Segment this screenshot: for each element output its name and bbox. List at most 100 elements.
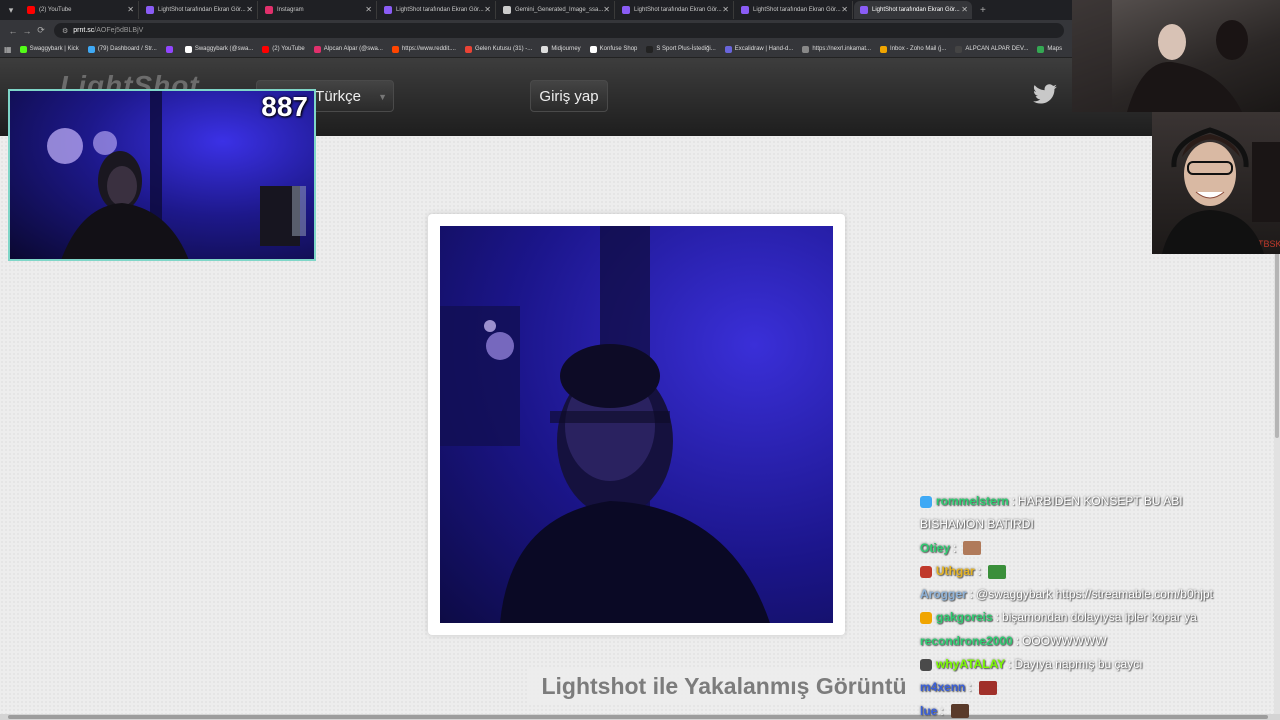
chat-username[interactable]: whyATALAY bbox=[936, 653, 1005, 676]
streamer-webcam-left: 887 bbox=[8, 89, 316, 261]
chat-username[interactable]: Otiey bbox=[920, 537, 950, 560]
chat-username[interactable]: Uthgar bbox=[936, 560, 975, 583]
guest-webcam-top bbox=[1072, 0, 1280, 112]
twitter-bird-icon[interactable] bbox=[1032, 84, 1058, 106]
bookmark-favicon-icon bbox=[19, 45, 27, 53]
chat-separator: : bbox=[969, 587, 974, 602]
browser-tab[interactable]: LightShot tarafından Ekran Gör... ✕ bbox=[735, 1, 853, 19]
chat-separator: : bbox=[940, 703, 944, 718]
bookmark-label: Midjourney bbox=[551, 46, 581, 52]
tab-favicon-icon bbox=[622, 6, 630, 14]
bookmark-label: (2) YouTube bbox=[272, 46, 305, 52]
browser-tab[interactable]: LightShot tarafından Ekran Gör... ✕ bbox=[378, 1, 496, 19]
chat-emote-icon bbox=[978, 681, 997, 696]
chat-text: Dayıya napmış bu çaycı bbox=[1014, 657, 1143, 672]
chat-separator: : bbox=[1015, 633, 1020, 648]
browser-tab[interactable]: Gemini_Generated_Image_ssa... ✕ bbox=[497, 1, 615, 19]
browser-tab[interactable]: Instagram ✕ bbox=[259, 1, 377, 19]
chat-text: BISHAMON BATIRDI bbox=[920, 517, 1034, 532]
close-icon[interactable]: ✕ bbox=[484, 5, 491, 14]
tab-title: (2) YouTube bbox=[39, 7, 72, 13]
apps-grid-icon[interactable]: ▦ bbox=[4, 45, 12, 54]
bookmark-label: S Sport Plus-İstediği... bbox=[656, 46, 716, 52]
bookmark-item[interactable]: (2) YouTube bbox=[262, 45, 305, 53]
bookmark-item[interactable]: Excalidraw | Hand-d... bbox=[724, 45, 793, 53]
tab-favicon-icon bbox=[741, 6, 749, 14]
chat-badge-icon bbox=[920, 658, 932, 671]
bookmark-item[interactable]: https://www.reddit.... bbox=[391, 45, 456, 53]
chat-text: @swaggybark https://streamable.com/b0hjp… bbox=[976, 587, 1213, 602]
bookmark-favicon-icon bbox=[646, 45, 654, 53]
bookmark-favicon-icon bbox=[87, 45, 95, 53]
bookmark-item[interactable]: Gelen Kutusu (31) -... bbox=[464, 45, 532, 53]
bookmark-favicon-icon bbox=[1037, 45, 1045, 53]
chat-username[interactable]: gakgoreis bbox=[936, 606, 993, 629]
close-icon[interactable]: ✕ bbox=[603, 5, 610, 14]
bookmark-item[interactable]: https://nexrl.inkamat... bbox=[802, 45, 871, 53]
login-button[interactable]: Giriş yap bbox=[530, 80, 608, 112]
chat-badge-icon bbox=[920, 565, 932, 578]
bookmark-item[interactable]: Swaggybark (@swa... bbox=[184, 45, 253, 53]
bookmark-label: Alpcan Alpar (@swa... bbox=[323, 46, 383, 52]
close-icon[interactable]: ✕ bbox=[246, 5, 253, 14]
reload-icon[interactable]: ⟳ bbox=[34, 25, 48, 36]
bookmark-favicon-icon bbox=[391, 45, 399, 53]
tab-search-chevron-icon[interactable]: ▾ bbox=[2, 2, 20, 18]
chat-text: HARBIDEN KONSEPT BU ABI bbox=[1018, 494, 1183, 508]
chat-message: Arogger: @swaggybark https://streamable.c… bbox=[920, 583, 1270, 606]
close-icon[interactable]: ✕ bbox=[841, 5, 848, 14]
webcam-person-image bbox=[440, 226, 770, 623]
url-input[interactable]: ⚙ prnt.sc /AOFej5dBLBjV bbox=[54, 23, 1064, 38]
forward-arrow-icon[interactable]: → bbox=[20, 26, 34, 36]
tab-favicon-icon bbox=[27, 6, 35, 14]
browser-tab[interactable]: LightShot tarafından Ekran Gör... ✕ bbox=[854, 1, 972, 19]
close-icon[interactable]: ✕ bbox=[722, 5, 729, 14]
bookmark-item[interactable]: S Sport Plus-İstediği... bbox=[646, 45, 716, 53]
browser-tab[interactable]: LightShot tarafından Ekran Gör... ✕ bbox=[616, 1, 734, 19]
browser-tab[interactable]: LightShot tarafından Ekran Gör... ✕ bbox=[140, 1, 258, 19]
chat-message: m4xenn: bbox=[920, 676, 1270, 699]
bookmark-favicon-icon bbox=[955, 45, 963, 53]
bookmarks-bar: ▦ Swaggybark | Kick (79) Dashboard / Str… bbox=[0, 41, 1072, 58]
tab-favicon-icon bbox=[384, 6, 392, 14]
url-path: /AOFej5dBLBjV bbox=[94, 27, 144, 34]
chat-separator: : bbox=[977, 563, 982, 578]
bookmark-label: Inbox - Zoho Mail (j... bbox=[890, 46, 947, 52]
bookmark-favicon-icon bbox=[589, 45, 597, 53]
chevron-down-icon: ▼ bbox=[378, 92, 387, 102]
screenshot-caption: Lightshot ile Yakalanmış Görüntü bbox=[528, 668, 920, 704]
bookmark-item[interactable]: Swaggybark | Kick bbox=[19, 45, 79, 53]
chat-username[interactable]: Arogger bbox=[920, 583, 967, 606]
close-icon[interactable]: ✕ bbox=[365, 5, 372, 14]
chat-username[interactable]: rommelstern bbox=[936, 490, 1009, 513]
screenshot-image[interactable] bbox=[440, 226, 833, 623]
chat-message: BISHAMON BATIRDI bbox=[920, 513, 1270, 536]
bookmark-item[interactable]: Midjourney bbox=[541, 45, 581, 53]
chat-username[interactable]: recondrone2000 bbox=[920, 630, 1013, 653]
close-icon[interactable]: ✕ bbox=[127, 5, 134, 14]
bookmark-item[interactable]: ALPCAN ALPAR DEV... bbox=[955, 45, 1028, 53]
browser-tab[interactable]: (2) YouTube ✕ bbox=[21, 1, 139, 19]
chat-badge-icon bbox=[920, 495, 932, 508]
bookmark-item[interactable]: Maps bbox=[1037, 45, 1062, 53]
bookmark-item[interactable]: Konfuse Shop bbox=[589, 45, 637, 53]
chat-emote-icon bbox=[988, 564, 1007, 579]
chat-message: gakgoreis: bişamondan dolayıysa ipler kop… bbox=[920, 606, 1270, 629]
close-icon[interactable]: ✕ bbox=[961, 5, 968, 14]
chat-separator: : bbox=[1011, 494, 1016, 508]
chat-separator: : bbox=[968, 680, 972, 695]
site-info-icon[interactable]: ⚙ bbox=[62, 27, 68, 35]
new-tab-plus-icon[interactable]: + bbox=[980, 5, 986, 16]
bookmark-item[interactable]: (79) Dashboard / Str... bbox=[87, 45, 157, 53]
bookmark-label: https://www.reddit.... bbox=[401, 46, 456, 52]
bookmark-item[interactable] bbox=[165, 45, 176, 53]
chat-badge-icon bbox=[920, 612, 932, 625]
back-arrow-icon[interactable]: ← bbox=[6, 26, 20, 36]
chat-username[interactable]: lue bbox=[920, 700, 937, 720]
bookmark-item[interactable]: Inbox - Zoho Mail (j... bbox=[880, 45, 947, 53]
screenshot-card bbox=[428, 214, 845, 635]
tab-title: Gemini_Generated_Image_ssa... bbox=[515, 7, 604, 13]
bookmark-item[interactable]: Alpcan Alpar (@swa... bbox=[313, 45, 383, 53]
chat-username[interactable]: m4xenn bbox=[920, 676, 965, 699]
bookmark-favicon-icon bbox=[724, 45, 732, 53]
